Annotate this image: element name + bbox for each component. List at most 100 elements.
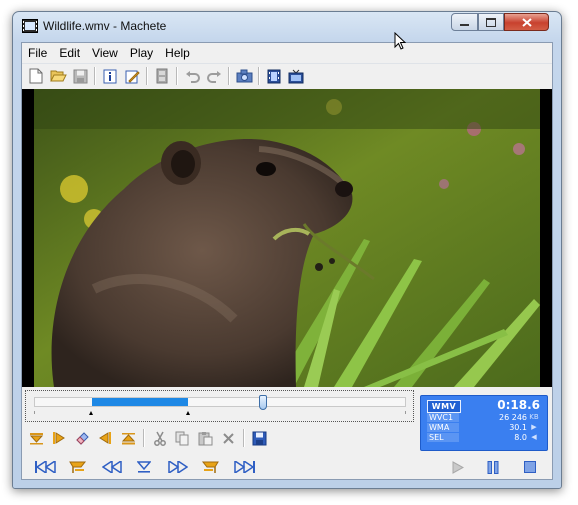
export-frames-button[interactable] [263, 65, 285, 87]
selection-start-flag-icon [69, 461, 87, 473]
toolbar-separator [228, 67, 230, 85]
copy-button[interactable] [171, 427, 194, 449]
menu-file[interactable]: File [22, 46, 53, 60]
eraser-icon [76, 432, 89, 445]
selection-end-flag-icon [201, 461, 219, 473]
seek-tick [34, 411, 35, 414]
delete-x-icon [223, 432, 234, 444]
go-to-end-button[interactable] [231, 455, 257, 479]
info-panel: WMV 0:18.6 WVC1 26 246 KB WMA 30.1 ▶ SEL… [420, 395, 548, 451]
seek-thumb[interactable] [259, 395, 267, 410]
set-selection-start-button[interactable] [25, 427, 48, 449]
window-title: Wildlife.wmv - Machete [43, 19, 167, 33]
edit-tags-button[interactable] [121, 65, 143, 87]
step-frame-button[interactable] [131, 455, 157, 479]
new-file-button[interactable] [25, 65, 47, 87]
paste-button[interactable] [194, 427, 217, 449]
set-selection-end-button[interactable] [117, 427, 140, 449]
file-info-button[interactable] [99, 65, 121, 87]
film-strip-button[interactable] [151, 65, 173, 87]
selection-end-icon [121, 432, 136, 444]
seek-track[interactable] [34, 395, 406, 410]
tv-output-button[interactable] [285, 65, 307, 87]
step-down-icon [137, 461, 151, 473]
rewind-icon [102, 461, 122, 473]
menu-help[interactable]: Help [159, 46, 196, 60]
save-icon [73, 69, 87, 83]
cut-button[interactable] [148, 427, 171, 449]
clear-selection-button[interactable] [71, 427, 94, 449]
stop-icon [524, 461, 536, 473]
duration-value: 30.1 [509, 423, 527, 432]
menu-bar: File Edit View Play Help [22, 43, 552, 64]
client-area: File Edit View Play Help WMV 0:18.6 WVC1… [21, 42, 553, 480]
menu-edit[interactable]: Edit [53, 46, 86, 60]
go-to-start-button[interactable] [33, 455, 59, 479]
selection-range[interactable] [92, 398, 188, 406]
go-to-selection-end-button[interactable] [197, 455, 223, 479]
go-to-selection-start-button[interactable] [65, 455, 91, 479]
minimize-button[interactable] [451, 13, 478, 31]
export-frames-icon [267, 69, 281, 83]
open-file-button[interactable] [47, 65, 69, 87]
rewind-button[interactable] [99, 455, 125, 479]
redo-button[interactable] [203, 65, 225, 87]
seek-ticks [34, 411, 406, 417]
mark-in-icon [99, 432, 111, 444]
size-unit: KB [529, 413, 539, 421]
seek-tick [405, 411, 406, 414]
back-mini-icon: ◀ [531, 433, 537, 441]
save-button[interactable] [69, 65, 91, 87]
toolbar-separator [258, 67, 260, 85]
selection-row: SEL 8.0 ◀ [427, 433, 539, 442]
fast-forward-button[interactable] [165, 455, 191, 479]
toolbar-separator [94, 67, 96, 85]
stop-button[interactable] [517, 455, 543, 479]
edit-tags-icon [125, 70, 140, 83]
undo-icon [185, 70, 200, 83]
open-folder-icon [49, 70, 67, 82]
selection-label: SEL [427, 433, 459, 442]
maximize-icon [486, 17, 496, 27]
selection-start-icon [29, 432, 44, 444]
minimize-icon [460, 24, 469, 26]
selection-start-marker[interactable] [89, 411, 93, 415]
video-frame-marmot [34, 89, 540, 387]
close-button[interactable] [504, 13, 549, 31]
tv-output-icon [288, 69, 304, 83]
skip-to-start-icon [35, 461, 56, 473]
close-icon [521, 17, 532, 27]
seek-panel [25, 390, 414, 422]
main-toolbar [22, 64, 552, 88]
skip-to-end-icon [234, 461, 255, 473]
save-selection-button[interactable] [248, 427, 271, 449]
toolbar-separator [146, 67, 148, 85]
selection-end-marker[interactable] [186, 411, 190, 415]
save-disk-icon [252, 431, 267, 445]
mouse-cursor-icon [394, 32, 406, 50]
info-icon [103, 69, 117, 83]
audio-codec-label: WMA [427, 423, 459, 432]
file-size-value: 26 246 [499, 413, 527, 422]
mark-in-button[interactable] [94, 427, 117, 449]
snapshot-button[interactable] [233, 65, 255, 87]
pause-icon [487, 460, 499, 474]
app-film-icon [22, 19, 38, 33]
title-bar[interactable]: Wildlife.wmv - Machete [13, 12, 561, 42]
toolbar-separator [176, 67, 178, 85]
play-mini-icon: ▶ [531, 423, 537, 431]
menu-view[interactable]: View [86, 46, 124, 60]
transport-bar [25, 455, 549, 479]
audio-stream-row: WMA 30.1 ▶ [427, 423, 539, 432]
undo-button[interactable] [181, 65, 203, 87]
video-preview[interactable] [22, 89, 552, 387]
play-icon [452, 460, 464, 474]
go-to-selection-button[interactable] [48, 427, 71, 449]
toolbar-separator [143, 429, 145, 447]
delete-button[interactable] [217, 427, 240, 449]
maximize-button[interactable] [478, 13, 504, 31]
play-button[interactable] [445, 455, 471, 479]
toolbar-separator [243, 429, 245, 447]
menu-play[interactable]: Play [124, 46, 159, 60]
pause-button[interactable] [480, 455, 506, 479]
